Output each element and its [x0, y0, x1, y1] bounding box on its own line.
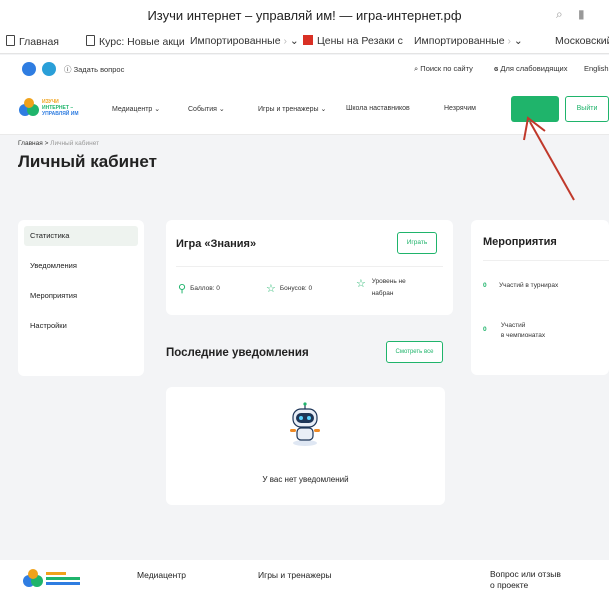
red-square-icon — [303, 35, 313, 45]
footer-logo-icon[interactable] — [22, 568, 102, 590]
nav-mediacenter[interactable]: Медиацентр ⌄ — [112, 105, 160, 113]
bookmark-folder-imported-2[interactable]: Импортированные › ⌄ — [414, 35, 523, 47]
bookmark-prices[interactable]: Цены на Резаки с — [303, 35, 403, 47]
footer-mediacenter[interactable]: Медиацентр — [137, 570, 186, 580]
site-navigation: ИЗУЧИ ИНТЕРНЕТ – УПРАВЛЯЙ ИМ Медиацентр … — [0, 83, 609, 135]
vk-icon[interactable] — [22, 62, 36, 76]
star-icon: ☆ — [266, 283, 276, 295]
accessibility-link[interactable]: ɞ Для слабовидящих — [494, 64, 567, 73]
language-link[interactable]: English — [584, 64, 609, 73]
chevron-down-icon: ⌄ — [289, 35, 299, 47]
search-icon[interactable]: ⌕ — [556, 7, 563, 22]
footer-games[interactable]: Игры и тренажеры — [258, 570, 332, 580]
account-sidebar: Статистика Уведомления Мероприятия Настр… — [18, 220, 144, 376]
ask-question-link[interactable]: ⓘ Задать вопрос — [64, 64, 124, 75]
sidebar-item-statistics[interactable]: Статистика — [24, 226, 138, 246]
game-title: Игра «Знания» — [176, 238, 257, 250]
nav-games[interactable]: Игры и тренажеры ⌄ — [258, 105, 326, 113]
bookmark-course[interactable]: Курс: Новые акци — [86, 35, 185, 48]
nav-mentors-school[interactable]: Школа наставников — [346, 105, 410, 112]
events-title: Мероприятия — [483, 236, 557, 248]
championships-stat: 0 Участий в чемпионатах — [483, 322, 546, 339]
bookmark-folder-imported-1[interactable]: Импортированные › ⌄ — [190, 35, 299, 47]
level-stat: ☆ Уровень не набран — [356, 278, 406, 297]
notifications-empty-state: У вас нет уведомлений — [166, 387, 445, 505]
bookmarks-bar: Главная Курс: Новые акци Импортированные… — [0, 30, 609, 54]
points-stat: ⚲ Баллов: 0 — [178, 283, 220, 295]
sidebar-item-events[interactable]: Мероприятия — [24, 286, 138, 306]
chevron-down-icon: ⌄ — [513, 35, 523, 47]
doc-icon — [6, 35, 15, 46]
logo-icon — [19, 98, 39, 116]
page-title: Личный кабинет — [18, 152, 157, 171]
bookmark-moscow[interactable]: Московский — [555, 35, 609, 47]
robot-icon — [290, 402, 320, 446]
bookmark-icon[interactable]: ▮ — [578, 7, 585, 21]
empty-notifications-text: У вас нет уведомлений — [262, 475, 349, 484]
site-utility-bar: ⓘ Задать вопрос ⌕ Поиск по сайту ɞ Для с… — [0, 55, 609, 83]
breadcrumb-home[interactable]: Главная — [18, 140, 43, 147]
divider — [483, 260, 609, 261]
sidebar-item-settings[interactable]: Настройки — [24, 316, 138, 336]
site-footer: Медиацентр Игры и тренажеры Вопрос или о… — [0, 560, 609, 591]
podium-icon: ⚲ — [178, 283, 187, 295]
profile-button[interactable] — [511, 96, 559, 122]
breadcrumb: Главная > Личный кабинет — [18, 140, 100, 147]
events-card: Мероприятия 0 Участий в турнирах 0 Участи… — [471, 220, 609, 375]
divider — [176, 266, 443, 267]
chevron-down-icon: ⌄ — [218, 106, 225, 113]
breadcrumb-current: Личный кабинет — [50, 140, 100, 147]
see-all-button[interactable]: Смотреть все — [386, 341, 443, 363]
logout-button[interactable]: Выйти — [565, 96, 609, 122]
tournaments-stat: 0 Участий в турнирах — [483, 282, 559, 289]
site-search-link[interactable]: ⌕ Поиск по сайту — [414, 64, 473, 74]
browser-titlebar: Изучи интернет – управляй им! — игра-инт… — [0, 0, 609, 30]
chevron-down-icon: ⌄ — [154, 106, 161, 113]
nav-blind[interactable]: Незрячим — [444, 105, 476, 112]
game-card: Игра «Знания» Играть ⚲ Баллов: 0 ☆ Бонусов… — [166, 220, 453, 315]
notifications-title: Последние уведомления — [166, 347, 309, 359]
site-logo[interactable]: ИЗУЧИ ИНТЕРНЕТ – УПРАВЛЯЙ ИМ — [18, 95, 98, 123]
star-icon: ☆ — [356, 278, 366, 290]
footer-feedback[interactable]: Вопрос или отзыв о проекте — [490, 569, 561, 591]
sidebar-item-notifications[interactable]: Уведомления — [24, 256, 138, 276]
doc-icon — [86, 35, 95, 46]
telegram-icon[interactable] — [42, 62, 56, 76]
bookmark-home[interactable]: Главная — [6, 35, 59, 48]
play-button[interactable]: Играть — [397, 232, 437, 254]
chevron-down-icon: ⌄ — [320, 106, 327, 113]
nav-events[interactable]: События ⌄ — [188, 105, 225, 113]
page-tab-title: Изучи интернет – управляй им! — игра-инт… — [147, 8, 462, 23]
bonuses-stat: ☆ Бонусов: 0 — [266, 283, 313, 295]
